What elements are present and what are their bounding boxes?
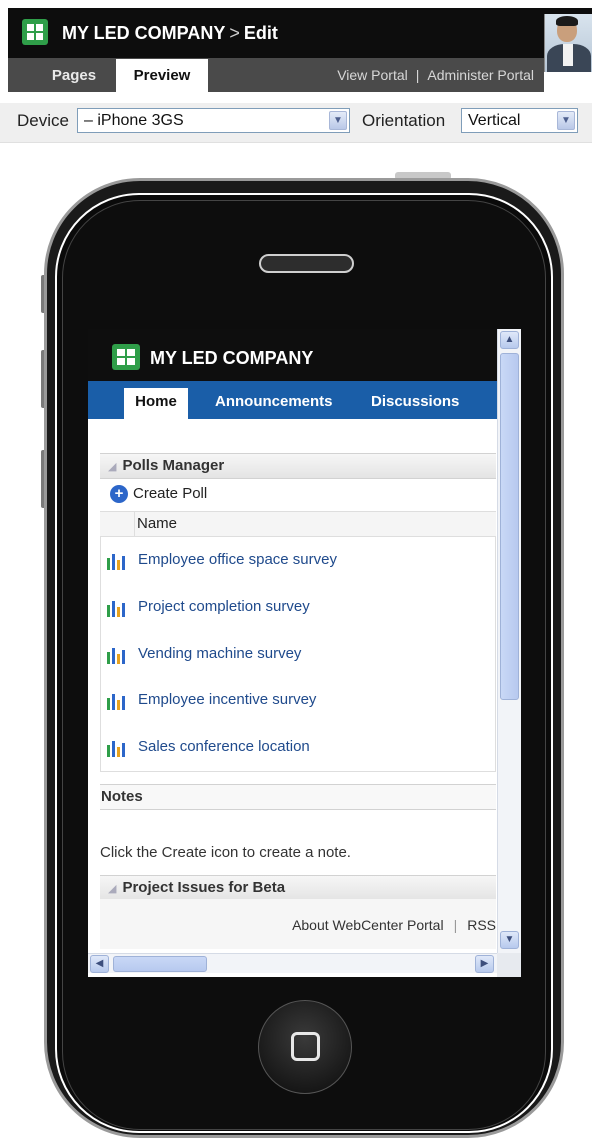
horizontal-scrollbar[interactable]: ◀ ▶: [88, 953, 497, 973]
bar-chart-icon: [107, 599, 127, 617]
tab-pages[interactable]: Pages: [34, 59, 114, 92]
polls-manager-header[interactable]: ◢ Polls Manager: [100, 453, 496, 479]
tab-preview[interactable]: Preview: [116, 59, 208, 92]
device-toolbar: Device – iPhone 3GS ▼ Orientation Vertic…: [0, 103, 592, 143]
chevron-down-icon[interactable]: ▼: [500, 931, 519, 949]
mode-label: Edit: [243, 23, 278, 43]
orientation-label: Orientation: [362, 111, 446, 130]
portal-links: View Portal | Administer Portal: [337, 67, 534, 83]
app-tab-bar: Home Announcements Discussions: [88, 381, 497, 419]
rss-link[interactable]: RSS: [467, 917, 496, 933]
home-button: [258, 1000, 352, 1094]
orientation-select[interactable]: Vertical ▼: [461, 108, 578, 133]
poll-link[interactable]: Project completion survey: [138, 594, 310, 620]
footer-divider: |: [453, 917, 458, 933]
poll-link[interactable]: Vending machine survey: [138, 641, 301, 667]
list-item[interactable]: Project completion survey: [101, 594, 497, 620]
portal-title: MY LED COMPANY > Edit: [62, 23, 278, 44]
grid-logo-icon: [22, 19, 48, 45]
project-issues-header[interactable]: ◢ Project Issues for Beta: [100, 875, 496, 901]
grid-logo-icon: [112, 344, 140, 370]
view-portal-link[interactable]: View Portal: [337, 67, 408, 83]
chevron-down-icon[interactable]: ▼: [329, 111, 347, 130]
scroll-thumb[interactable]: [113, 956, 207, 972]
create-poll-button[interactable]: + Create Poll: [110, 485, 208, 504]
list-item[interactable]: Employee office space survey: [101, 547, 497, 573]
bar-chart-icon: [107, 692, 127, 710]
title-separator: >: [229, 23, 240, 43]
app-title: MY LED COMPANY: [150, 348, 314, 368]
tab-discussions[interactable]: Discussions: [371, 388, 459, 419]
link-divider: |: [415, 67, 420, 83]
polls-manager-title: Polls Manager: [122, 457, 225, 474]
portal-name: MY LED COMPANY: [62, 23, 226, 43]
polls-table-header: Name: [100, 511, 496, 537]
bar-chart-icon: [107, 646, 127, 664]
bar-chart-icon: [107, 552, 127, 570]
vertical-scrollbar[interactable]: ▲ ▼: [497, 329, 521, 953]
chevron-up-icon[interactable]: ▲: [500, 331, 519, 349]
device-select-value: – iPhone 3GS: [84, 112, 184, 129]
project-issues-title: Project Issues for Beta: [122, 879, 286, 896]
administer-portal-link[interactable]: Administer Portal: [427, 67, 534, 83]
bar-chart-icon: [107, 739, 127, 757]
device-select[interactable]: – iPhone 3GS ▼: [77, 108, 350, 133]
portal-header: MY LED COMPANY > Edit: [8, 8, 592, 72]
navigation-bar: Pages Preview View Portal | Administer Por…: [8, 58, 544, 92]
chevron-down-icon[interactable]: ▼: [557, 111, 575, 130]
plus-circle-icon[interactable]: +: [110, 485, 128, 504]
page-footer: About WebCenter Portal | RSS: [100, 899, 496, 949]
avatar[interactable]: [544, 14, 592, 72]
home-square-icon: [291, 1032, 320, 1061]
notes-header: Notes: [100, 784, 496, 810]
list-item[interactable]: Sales conference location: [101, 734, 497, 760]
scroll-thumb[interactable]: [500, 353, 519, 700]
notes-empty-text: Click the Create icon to create a note.: [100, 844, 351, 861]
chevron-left-icon[interactable]: ◀: [90, 955, 109, 973]
orientation-select-value: Vertical: [468, 112, 521, 129]
scrollbar-corner: [497, 953, 521, 977]
tab-home[interactable]: Home: [124, 388, 188, 419]
tab-announcements[interactable]: Announcements: [215, 388, 333, 419]
triangle-icon[interactable]: ◢: [108, 461, 116, 473]
chevron-right-icon[interactable]: ▶: [475, 955, 494, 973]
list-item[interactable]: Vending machine survey: [101, 641, 497, 667]
list-item[interactable]: Employee incentive survey: [101, 687, 497, 713]
polls-list: Employee office space survey Project com…: [100, 537, 496, 772]
device-preview-screen: MY LED COMPANY Home Announcements Discus…: [88, 329, 521, 977]
poll-link[interactable]: Employee incentive survey: [138, 687, 316, 713]
column-header-name[interactable]: Name: [137, 512, 177, 536]
poll-link[interactable]: Sales conference location: [138, 734, 310, 760]
triangle-icon[interactable]: ◢: [108, 883, 116, 895]
about-webcenter-link[interactable]: About WebCenter Portal: [292, 917, 444, 933]
device-label: Device: [17, 111, 69, 130]
notes-title: Notes: [101, 788, 143, 805]
create-poll-label: Create Poll: [133, 485, 208, 502]
poll-link[interactable]: Employee office space survey: [138, 547, 337, 573]
speaker-grille: [259, 254, 354, 273]
app-header: MY LED COMPANY: [88, 329, 497, 381]
